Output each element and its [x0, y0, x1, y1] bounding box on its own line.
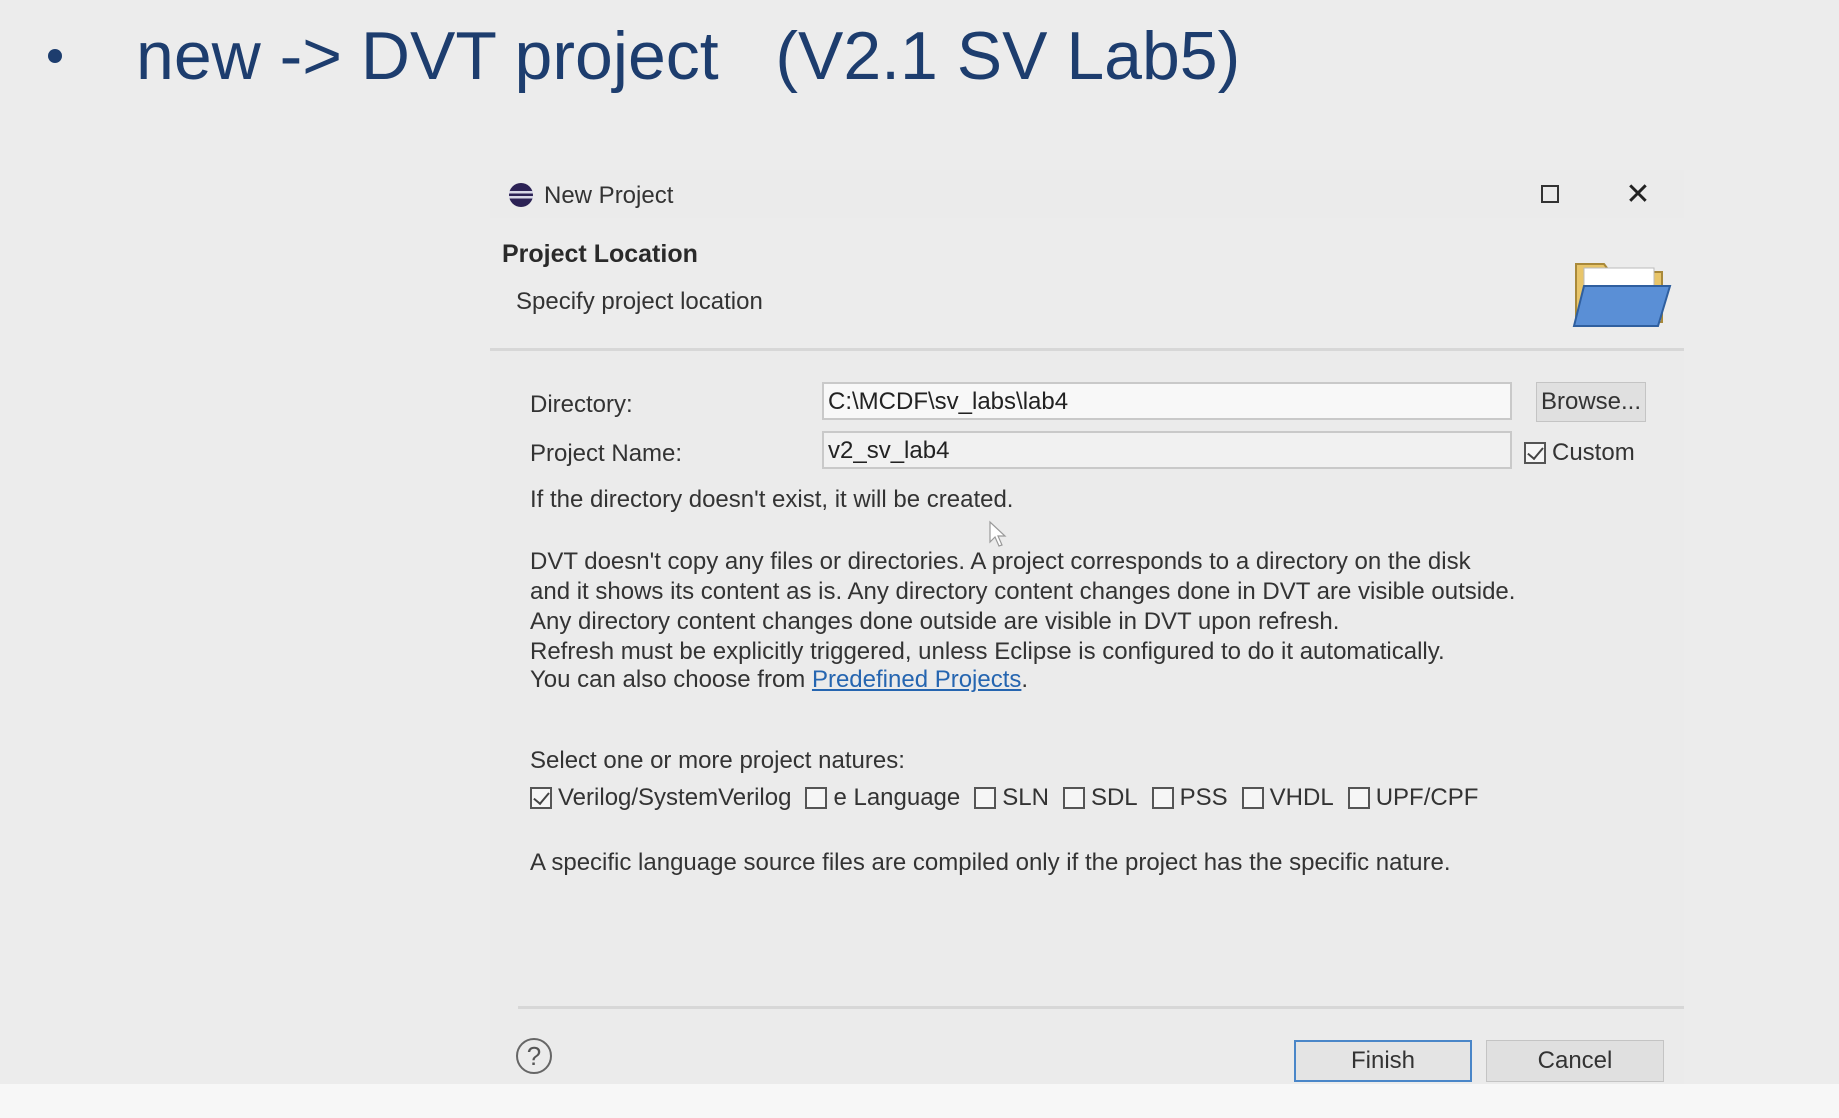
predefined-projects-link[interactable]: Predefined Projects [812, 666, 1021, 693]
nature-label: SDL [1090, 784, 1138, 811]
custom-checkbox[interactable]: Custom [1524, 439, 1635, 467]
project-name-input[interactable]: v2_sv_lab4 [822, 431, 1512, 469]
directory-note: If the directory doesn't exist, it will … [530, 486, 1014, 513]
page-title: Project Location [502, 240, 698, 268]
nature-label: UPF/CPF [1375, 784, 1479, 811]
mouse-cursor-icon [989, 520, 1007, 547]
nature-label: SLN [1002, 784, 1049, 811]
info-line: DVT doesn't copy any files or directorie… [530, 548, 1471, 575]
nature-checkbox[interactable] [1241, 787, 1264, 809]
folder-icon [1572, 263, 1672, 327]
nature-checkbox[interactable] [1151, 787, 1174, 809]
dialog-titlebar: New Project ✕ [490, 170, 1684, 218]
natures-label: Select one or more project natures: [530, 747, 905, 774]
nature-checkbox[interactable] [974, 787, 997, 809]
page-subtitle: Specify project location [516, 288, 763, 315]
directory-input[interactable]: C:\MCDF\sv_labs\lab4 [822, 382, 1512, 420]
custom-checkbox-box[interactable] [1524, 442, 1546, 464]
nature-pss[interactable]: PSS [1151, 784, 1228, 812]
wizard-body: Directory: C:\MCDF\sv_labs\lab4 Browse..… [490, 351, 1684, 1006]
slide-title: new -> DVT project (V2.1 SV Lab5) [40, 22, 1240, 90]
finish-button[interactable]: Finish [1294, 1040, 1472, 1082]
predefined-prefix: You can also choose from [530, 666, 812, 693]
browse-button[interactable]: Browse... [1536, 382, 1646, 422]
nature-e-language[interactable]: e Language [805, 784, 960, 812]
dialog-title: New Project [544, 182, 674, 209]
nature-label: VHDL [1269, 784, 1334, 811]
nature-label: Verilog/SystemVerilog [558, 784, 792, 811]
nature-checkbox[interactable] [1062, 787, 1085, 809]
new-project-dialog: New Project ✕ Project Location Specify p… [490, 170, 1684, 1100]
nature-label: e Language [833, 784, 961, 811]
nature-sln[interactable]: SLN [974, 784, 1049, 812]
nature-checkbox[interactable] [805, 787, 828, 809]
slide-bottom-band [0, 1084, 1839, 1118]
natures-note: A specific language source files are com… [530, 849, 1451, 876]
wizard-header: Project Location Specify project locatio… [490, 218, 1684, 351]
info-line: and it shows its content as is. Any dire… [530, 578, 1516, 605]
nature-vhdl[interactable]: VHDL [1241, 784, 1334, 812]
eclipse-icon [509, 183, 533, 207]
nature-checkbox[interactable] [1347, 787, 1370, 809]
close-button[interactable]: ✕ [1618, 176, 1658, 212]
nature-upf-cpf[interactable]: UPF/CPF [1347, 784, 1479, 812]
nature-checkbox[interactable] [530, 787, 552, 809]
maximize-button[interactable] [1530, 176, 1570, 212]
info-text: DVT doesn't copy any files or directorie… [530, 547, 1515, 667]
cancel-button[interactable]: Cancel [1486, 1040, 1664, 1082]
bullet-icon [48, 49, 62, 63]
predefined-text: You can also choose from Predefined Proj… [530, 666, 1028, 694]
maximize-icon [1541, 185, 1559, 203]
help-icon[interactable]: ? [516, 1038, 552, 1074]
info-line: Refresh must be explicitly triggered, un… [530, 638, 1445, 665]
predefined-suffix: . [1021, 666, 1029, 693]
custom-checkbox-label: Custom [1552, 439, 1635, 466]
nature-verilog[interactable]: Verilog/SystemVerilog [530, 784, 791, 812]
close-icon: ✕ [1625, 177, 1651, 211]
nature-label: PSS [1179, 784, 1228, 811]
project-name-label: Project Name: [530, 440, 683, 467]
natures-list: Verilog/SystemVerilog e Language SLN SDL… [530, 784, 1492, 812]
footer-separator [518, 1006, 1684, 1009]
info-line: Any directory content changes done outsi… [530, 608, 1340, 635]
nature-sdl[interactable]: SDL [1062, 784, 1138, 812]
directory-label: Directory: [530, 391, 633, 418]
slide-title-text: new -> DVT project (V2.1 SV Lab5) [136, 18, 1241, 94]
